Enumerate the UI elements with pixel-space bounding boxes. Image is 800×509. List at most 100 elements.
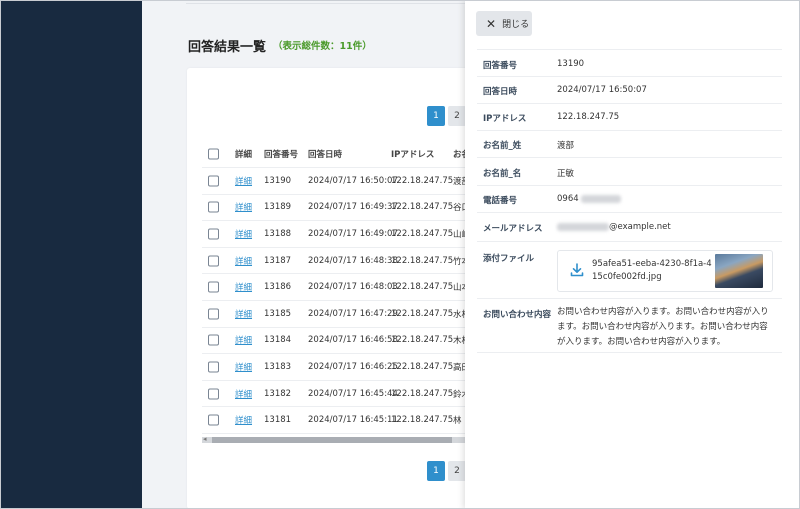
field-ip-address: IPアドレス 122.18.247.75 <box>477 104 782 131</box>
cell-answer-id: 13187 <box>264 255 292 266</box>
field-value: 渡部 <box>557 141 575 151</box>
row-checkbox[interactable] <box>208 334 219 346</box>
row-checkbox[interactable] <box>208 281 219 293</box>
attachment-filename[interactable]: 95afea51-eeba-4230-8f1a-415c0fe002fd.jpg <box>592 258 712 284</box>
cell-answer-date: 2024/07/17 16:49:37 <box>308 202 398 213</box>
row-checkbox[interactable] <box>208 414 219 426</box>
cell-answer-date: 2024/07/17 16:46:25 <box>308 361 398 372</box>
field-last-name: お名前_姓 渡部 <box>477 131 782 158</box>
row-checkbox[interactable] <box>208 228 219 240</box>
page-button-2[interactable]: 2 <box>448 461 466 481</box>
redacted-block <box>557 222 609 231</box>
cell-answer-date: 2024/07/17 16:48:03 <box>308 282 398 293</box>
cell-ip-address: 122.18.247.75 <box>391 255 454 266</box>
cell-answer-id: 13189 <box>264 202 292 213</box>
detail-link[interactable]: 詳細 <box>235 283 252 293</box>
cell-ip-address: 122.18.247.75 <box>391 388 454 399</box>
row-checkbox[interactable] <box>208 388 219 400</box>
field-value: お問い合わせ内容が入ります。お問い合わせ内容が入ります。お問い合わせ内容が入りま… <box>557 307 769 347</box>
pagination-top: 1 2 <box>427 106 466 126</box>
page-button-1[interactable]: 1 <box>427 461 445 481</box>
header-detail: 詳細 <box>235 150 253 160</box>
detail-link[interactable]: 詳細 <box>235 257 252 267</box>
row-checkbox[interactable] <box>208 255 219 267</box>
detail-link[interactable]: 詳細 <box>235 390 252 400</box>
field-answer-date: 回答日時 2024/07/17 16:50:07 <box>477 77 782 104</box>
row-checkbox[interactable] <box>208 201 219 213</box>
detail-link[interactable]: 詳細 <box>235 416 252 426</box>
field-email: メールアドレス @example.net <box>477 213 782 242</box>
header-answer-id: 回答番号 <box>264 150 299 160</box>
field-answer-id: 回答番号 13190 <box>477 49 782 77</box>
row-checkbox[interactable] <box>208 308 219 320</box>
field-label: お問い合わせ内容 <box>483 310 552 320</box>
cell-answer-id: 13182 <box>264 388 292 399</box>
row-checkbox[interactable] <box>208 175 219 187</box>
close-button[interactable]: ✕ 閉じる <box>476 11 532 36</box>
detail-link[interactable]: 詳細 <box>235 203 252 213</box>
redacted-block <box>581 194 622 203</box>
field-value: 正敏 <box>557 169 575 179</box>
cell-ip-address: 122.18.247.75 <box>391 308 454 319</box>
detail-link[interactable]: 詳細 <box>235 177 252 187</box>
cell-answer-date: 2024/07/17 16:50:07 <box>308 175 398 186</box>
header-answer-date: 回答日時 <box>308 150 343 160</box>
cell-ip-address: 122.18.247.75 <box>391 228 454 239</box>
cell-ip-address: 122.18.247.75 <box>391 415 454 426</box>
field-label: 添付ファイル <box>483 254 535 264</box>
attachment-file[interactable]: 95afea51-eeba-4230-8f1a-415c0fe002fd.jpg <box>557 250 773 292</box>
field-label: お名前_名 <box>483 169 522 179</box>
row-checkbox[interactable] <box>208 361 219 373</box>
field-label: 回答番号 <box>483 61 518 71</box>
detail-link[interactable]: 詳細 <box>235 310 252 320</box>
detail-link[interactable]: 詳細 <box>235 230 252 240</box>
cell-ip-address: 122.18.247.75 <box>391 282 454 293</box>
pagination-bottom: 1 2 <box>427 461 466 481</box>
field-label: お名前_姓 <box>483 141 522 151</box>
cell-name: 林 <box>453 416 462 427</box>
field-value: 13190 <box>557 59 585 69</box>
cell-answer-id: 13184 <box>264 335 292 346</box>
result-count: （表示総件数：11件） <box>273 41 372 52</box>
field-label: 回答日時 <box>483 87 518 97</box>
email-domain: @example.net <box>609 222 671 232</box>
phone-prefix: 0964 <box>557 194 579 204</box>
select-all-checkbox[interactable] <box>208 148 219 160</box>
field-label: IPアドレス <box>483 114 527 124</box>
page-title: 回答結果一覧 <box>188 40 267 55</box>
close-label: 閉じる <box>502 20 530 30</box>
field-label: メールアドレス <box>483 224 543 234</box>
field-value: 0964 <box>557 194 622 204</box>
field-label: 電話番号 <box>483 196 518 206</box>
field-inquiry: お問い合わせ内容 お問い合わせ内容が入ります。お問い合わせ内容が入ります。お問い… <box>477 299 782 353</box>
cell-answer-id: 13186 <box>264 282 292 293</box>
cell-ip-address: 122.18.247.75 <box>391 361 454 372</box>
scroll-left-icon[interactable]: ◂ <box>203 435 207 443</box>
page-button-2[interactable]: 2 <box>448 106 466 126</box>
cell-answer-date: 2024/07/17 16:49:07 <box>308 228 398 239</box>
scrollbar-thumb[interactable] <box>212 437 452 443</box>
page-button-1[interactable]: 1 <box>427 106 445 126</box>
cell-answer-id: 13188 <box>264 228 292 239</box>
cell-answer-date: 2024/07/17 16:46:58 <box>308 335 398 346</box>
field-value: 122.18.247.75 <box>557 112 620 122</box>
cell-ip-address: 122.18.247.75 <box>391 175 454 186</box>
field-attachment: 添付ファイル 95afea51-eeba-4230-8f1a-415c0fe00… <box>477 242 782 299</box>
cell-answer-date: 2024/07/17 16:48:38 <box>308 255 398 266</box>
horizontal-scrollbar[interactable]: ◂ <box>202 435 467 443</box>
field-phone: 電話番号 0964 <box>477 186 782 213</box>
sidebar <box>0 0 142 509</box>
cell-answer-date: 2024/07/17 16:45:44 <box>308 388 398 399</box>
detail-link[interactable]: 詳細 <box>235 336 252 346</box>
cell-answer-id: 13190 <box>264 175 292 186</box>
cell-answer-id: 13183 <box>264 361 292 372</box>
detail-link[interactable]: 詳細 <box>235 363 252 373</box>
cell-answer-id: 13185 <box>264 308 292 319</box>
cell-ip-address: 122.18.247.75 <box>391 202 454 213</box>
field-value: 2024/07/17 16:50:07 <box>557 85 647 95</box>
close-icon: ✕ <box>486 16 497 31</box>
download-icon[interactable] <box>569 262 585 278</box>
attachment-thumbnail[interactable] <box>715 254 763 288</box>
field-first-name: お名前_名 正敏 <box>477 158 782 186</box>
cell-answer-id: 13181 <box>264 415 292 426</box>
